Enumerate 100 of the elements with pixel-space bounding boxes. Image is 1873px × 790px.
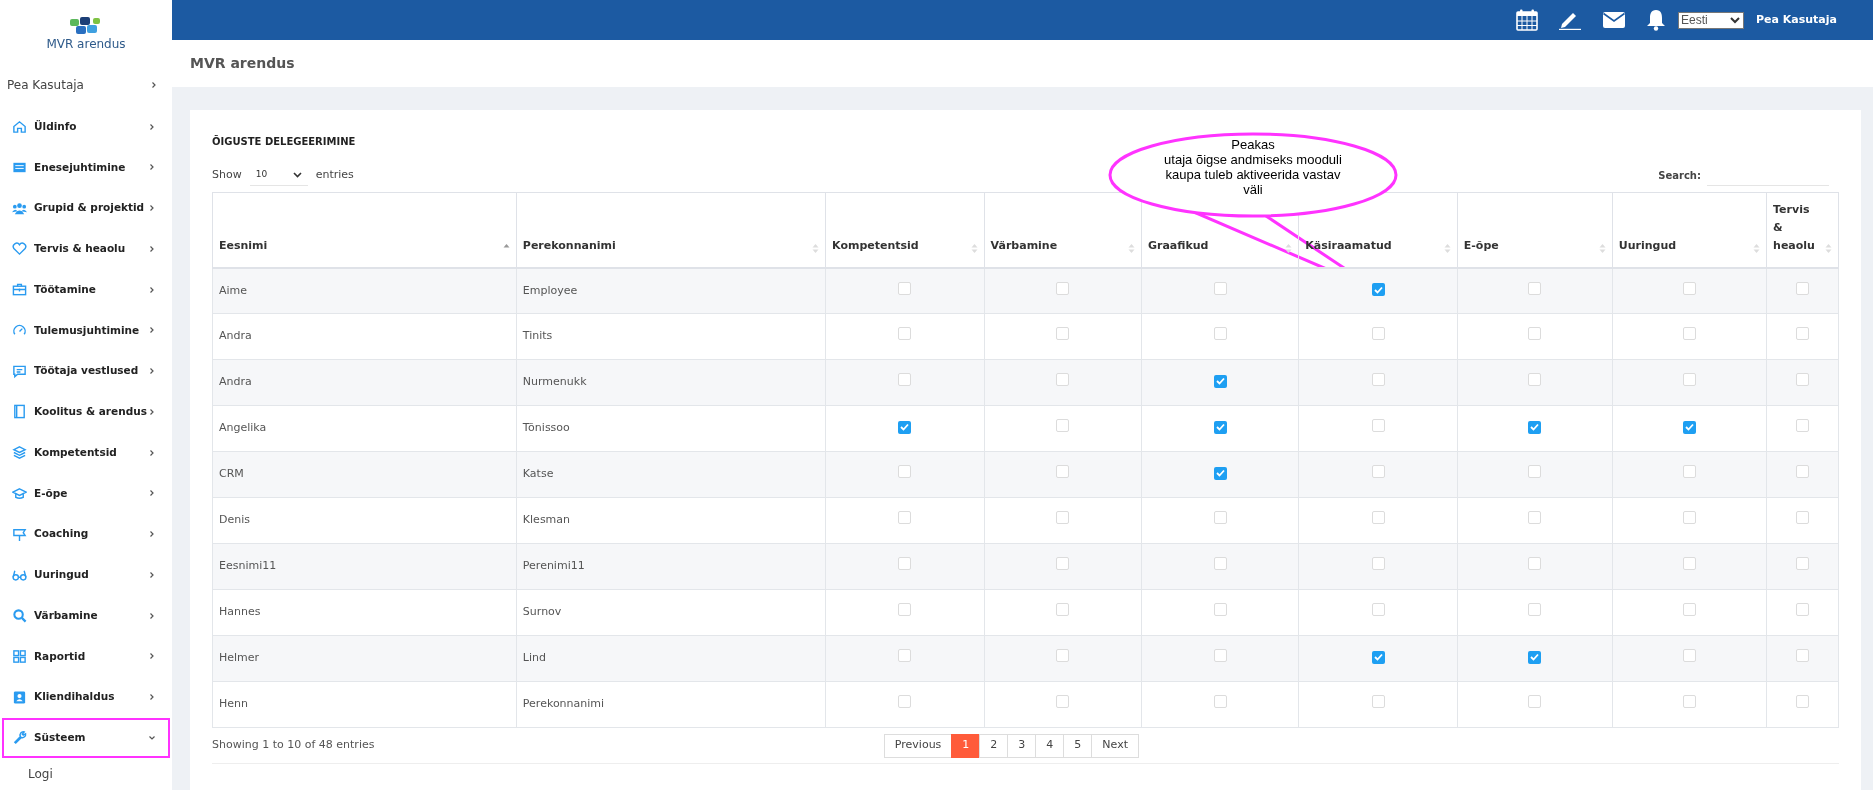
sidebar-item[interactable]: Tervis & heaolu: [2, 228, 170, 270]
checkbox[interactable]: [1213, 603, 1227, 617]
checkbox[interactable]: [1682, 511, 1696, 525]
checkbox[interactable]: [1213, 374, 1227, 388]
pen-icon[interactable]: [1558, 10, 1582, 31]
column-header[interactable]: Uuringud: [1612, 192, 1767, 268]
checkbox[interactable]: [1796, 281, 1809, 295]
checkbox[interactable]: [1682, 420, 1696, 434]
checkbox[interactable]: [1056, 281, 1070, 295]
checkbox[interactable]: [1371, 695, 1385, 709]
checkbox[interactable]: [1056, 465, 1070, 479]
checkbox[interactable]: [1796, 649, 1809, 663]
checkbox[interactable]: [1528, 373, 1542, 387]
checkbox[interactable]: [1682, 465, 1696, 479]
checkbox[interactable]: [1056, 695, 1070, 709]
checkbox[interactable]: [1796, 603, 1809, 617]
checkbox[interactable]: [898, 420, 912, 434]
sidebar-item[interactable]: Raportid: [2, 636, 170, 677]
checkbox[interactable]: [1213, 511, 1227, 525]
sidebar-item[interactable]: Süsteem: [2, 717, 170, 759]
column-header[interactable]: Perekonnanimi: [516, 192, 826, 268]
checkbox[interactable]: [1371, 650, 1385, 664]
column-header[interactable]: E-õpe: [1457, 192, 1613, 268]
checkbox[interactable]: [1528, 511, 1542, 525]
checkbox[interactable]: [1371, 373, 1385, 387]
sidebar-item[interactable]: Uuringud: [2, 554, 170, 596]
checkbox[interactable]: [1056, 557, 1070, 571]
checkbox[interactable]: [898, 373, 912, 387]
checkbox[interactable]: [1056, 327, 1070, 341]
checkbox[interactable]: [898, 511, 912, 525]
checkbox[interactable]: [1371, 283, 1385, 296]
checkbox[interactable]: [1528, 281, 1542, 295]
checkbox[interactable]: [1213, 466, 1227, 480]
sidebar-item[interactable]: E-õpe: [2, 473, 170, 514]
checkbox[interactable]: [1056, 649, 1070, 663]
checkbox[interactable]: [1528, 465, 1542, 479]
checkbox[interactable]: [1528, 695, 1542, 709]
page-size-select[interactable]: 10: [249, 164, 308, 186]
checkbox[interactable]: [1213, 695, 1227, 709]
checkbox[interactable]: [1056, 511, 1070, 525]
checkbox[interactable]: [1528, 420, 1542, 434]
checkbox[interactable]: [1213, 649, 1227, 663]
checkbox[interactable]: [1528, 603, 1542, 617]
pagination-button[interactable]: 5: [1063, 733, 1093, 758]
checkbox[interactable]: [1056, 603, 1070, 617]
language-select[interactable]: Eesti: [1678, 11, 1744, 29]
column-header[interactable]: Kompetentsid: [825, 192, 985, 268]
pagination-button[interactable]: Next: [1091, 733, 1139, 758]
checkbox[interactable]: [1213, 327, 1227, 341]
checkbox[interactable]: [1682, 557, 1696, 571]
sidebar-item[interactable]: Enesejuhtimine: [2, 147, 170, 188]
sidebar-item[interactable]: Kliendihaldus: [2, 676, 170, 718]
checkbox[interactable]: [1682, 649, 1696, 663]
checkbox[interactable]: [1371, 603, 1385, 617]
sidebar-item[interactable]: Grupid & projektid: [2, 187, 170, 229]
column-header[interactable]: Tervis & heaolu: [1766, 192, 1839, 268]
pagination-button[interactable]: 4: [1035, 733, 1065, 758]
sidebar-item[interactable]: Kompetentsid: [2, 432, 170, 474]
sidebar-item[interactable]: Tulemusjuhtimine: [2, 310, 170, 351]
checkbox[interactable]: [1796, 695, 1809, 709]
sidebar-item[interactable]: Coaching: [2, 513, 170, 555]
checkbox[interactable]: [898, 695, 912, 709]
checkbox[interactable]: [1796, 419, 1809, 433]
mail-icon[interactable]: [1602, 11, 1626, 30]
bell-icon[interactable]: [1646, 9, 1666, 32]
checkbox[interactable]: [1682, 695, 1696, 709]
checkbox[interactable]: [1682, 603, 1696, 617]
checkbox[interactable]: [1371, 557, 1385, 571]
sidebar-subitem[interactable]: Logi: [0, 758, 172, 790]
sidebar-item[interactable]: Värbamine: [2, 595, 170, 637]
checkbox[interactable]: [1213, 420, 1227, 434]
sidebar-item[interactable]: Koolitus & arendus: [2, 391, 170, 433]
checkbox[interactable]: [1796, 511, 1809, 525]
checkbox[interactable]: [1796, 465, 1809, 479]
calendar-icon[interactable]: [1516, 9, 1538, 32]
sidebar-item[interactable]: Üldinfo: [2, 106, 170, 148]
checkbox[interactable]: [1796, 327, 1809, 341]
checkbox[interactable]: [898, 281, 912, 295]
checkbox[interactable]: [1213, 557, 1227, 571]
pagination-button[interactable]: 3: [1007, 733, 1037, 758]
checkbox[interactable]: [1528, 557, 1542, 571]
checkbox[interactable]: [898, 603, 912, 617]
checkbox[interactable]: [898, 557, 912, 571]
checkbox[interactable]: [898, 649, 912, 663]
sidebar-item[interactable]: Töötamine: [2, 269, 170, 311]
checkbox[interactable]: [898, 327, 912, 341]
checkbox[interactable]: [1056, 419, 1070, 433]
checkbox[interactable]: [1796, 373, 1809, 387]
checkbox[interactable]: [1213, 281, 1227, 295]
checkbox[interactable]: [1371, 465, 1385, 479]
checkbox[interactable]: [1371, 419, 1385, 433]
checkbox[interactable]: [1371, 511, 1385, 525]
pagination-button[interactable]: 2: [979, 733, 1009, 758]
checkbox[interactable]: [1528, 327, 1542, 341]
pagination-button[interactable]: Previous: [883, 733, 953, 758]
checkbox[interactable]: [1682, 281, 1696, 295]
sidebar-item[interactable]: Töötaja vestlused: [2, 350, 170, 392]
user-name[interactable]: Pea Kasutaja: [1756, 11, 1837, 29]
checkbox[interactable]: [1682, 327, 1696, 341]
checkbox[interactable]: [1056, 373, 1070, 387]
